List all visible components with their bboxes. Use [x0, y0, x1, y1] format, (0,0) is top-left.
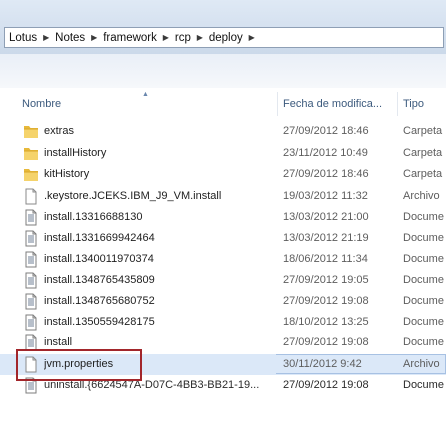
- file-name: install.1340011970374: [44, 253, 154, 265]
- file-name: install.1348765680752: [44, 295, 155, 307]
- address-bar[interactable]: Lotus ▶ Notes ▶ framework ▶ rcp ▶ deploy…: [4, 27, 444, 48]
- breadcrumb: Lotus ▶ Notes ▶ framework ▶ rcp ▶ deploy…: [5, 28, 258, 47]
- file-row[interactable]: extras 27/09/2012 18:46 Carpeta: [0, 121, 446, 142]
- text-document-icon: [23, 314, 39, 331]
- file-name: install.1331669942464: [44, 232, 155, 244]
- file-icon: [23, 188, 39, 205]
- file-date: 27/09/2012 18:46: [283, 168, 369, 180]
- file-name: install.1348765435809: [44, 274, 155, 286]
- file-date: 27/09/2012 18:46: [283, 125, 369, 137]
- column-divider[interactable]: [397, 92, 398, 116]
- file-name: kitHistory: [44, 168, 90, 180]
- file-type: Docume: [403, 316, 444, 328]
- file-name: installHistory: [44, 147, 107, 159]
- file-date: 13/03/2012 21:00: [283, 211, 369, 223]
- toolbar-area: [0, 54, 446, 88]
- file-row[interactable]: install.1348765435809 27/09/2012 19:05 Doc…: [0, 270, 446, 291]
- file-row[interactable]: .keystore.JCEKS.IBM_J9_VM.install 19/03/2…: [0, 186, 446, 207]
- file-type: Docume: [403, 232, 444, 244]
- chevron-right-icon[interactable]: ▶: [246, 33, 258, 42]
- column-header-date[interactable]: Fecha de modifica...: [283, 92, 397, 116]
- file-date: 18/06/2012 11:34: [283, 253, 368, 265]
- folder-icon: [23, 123, 39, 140]
- breadcrumb-item-lotus[interactable]: Lotus: [5, 32, 40, 44]
- file-row[interactable]: install.1350559428175 18/10/2012 13:25 Doc…: [0, 312, 446, 333]
- file-date: 27/09/2012 19:05: [283, 274, 369, 286]
- column-header-type[interactable]: Tipo: [403, 92, 446, 116]
- file-type: Carpeta: [403, 168, 443, 180]
- text-document-icon: [23, 293, 39, 310]
- file-type: Docume: [403, 336, 444, 348]
- annotation-highlight-box: [16, 349, 142, 381]
- column-header-name[interactable]: Nombre: [22, 92, 276, 116]
- file-row[interactable]: install.13316688130 13/03/2012 21:00 Docum…: [0, 207, 446, 228]
- file-row[interactable]: install.1331669942464 13/03/2012 21:19 Doc…: [0, 228, 446, 249]
- file-date: 27/09/2012 19:08: [283, 336, 369, 348]
- chevron-right-icon[interactable]: ▶: [160, 33, 172, 42]
- file-row[interactable]: kitHistory 27/09/2012 18:46 Carpeta: [0, 164, 446, 185]
- file-date: 27/09/2012 19:08: [283, 379, 369, 391]
- breadcrumb-item-rcp[interactable]: rcp: [172, 32, 194, 44]
- file-type: Carpeta: [403, 125, 443, 137]
- file-type: Carpeta: [403, 147, 443, 159]
- chevron-right-icon[interactable]: ▶: [194, 33, 206, 42]
- file-date: 18/10/2012 13:25: [283, 316, 369, 328]
- file-type: Docume: [403, 295, 444, 307]
- breadcrumb-item-framework[interactable]: framework: [100, 32, 160, 44]
- file-date: 19/03/2012 11:32: [283, 190, 368, 202]
- text-document-icon: [23, 209, 39, 226]
- breadcrumb-item-deploy[interactable]: deploy: [206, 32, 246, 44]
- file-type: Docume: [403, 253, 444, 265]
- file-type: Docume: [403, 274, 444, 286]
- text-document-icon: [23, 230, 39, 247]
- file-type: Archivo: [403, 190, 440, 202]
- folder-icon: [23, 145, 39, 162]
- breadcrumb-item-notes[interactable]: Notes: [52, 32, 88, 44]
- file-date: 27/09/2012 19:08: [283, 295, 369, 307]
- file-name: install.13316688130: [44, 211, 143, 223]
- chevron-right-icon[interactable]: ▶: [40, 33, 52, 42]
- file-row[interactable]: install.1340011970374 18/06/2012 11:34 Doc…: [0, 249, 446, 270]
- file-row[interactable]: installHistory 23/11/2012 10:49 Carpeta: [0, 143, 446, 164]
- file-name: install.1350559428175: [44, 316, 155, 328]
- column-divider[interactable]: [277, 92, 278, 116]
- file-row[interactable]: install.1348765680752 27/09/2012 19:08 Doc…: [0, 291, 446, 312]
- text-document-icon: [23, 272, 39, 289]
- file-date: 30/11/2012 9:42: [283, 358, 362, 370]
- folder-icon: [23, 166, 39, 183]
- file-name: .keystore.JCEKS.IBM_J9_VM.install: [44, 190, 222, 202]
- file-type: Archivo: [403, 358, 440, 370]
- file-name: extras: [44, 125, 74, 137]
- file-date: 13/03/2012 21:19: [283, 232, 369, 244]
- file-type: Docume: [403, 211, 444, 223]
- file-type: Docume: [403, 379, 444, 391]
- chevron-right-icon[interactable]: ▶: [88, 33, 100, 42]
- text-document-icon: [23, 251, 39, 268]
- file-date: 23/11/2012 10:49: [283, 147, 368, 159]
